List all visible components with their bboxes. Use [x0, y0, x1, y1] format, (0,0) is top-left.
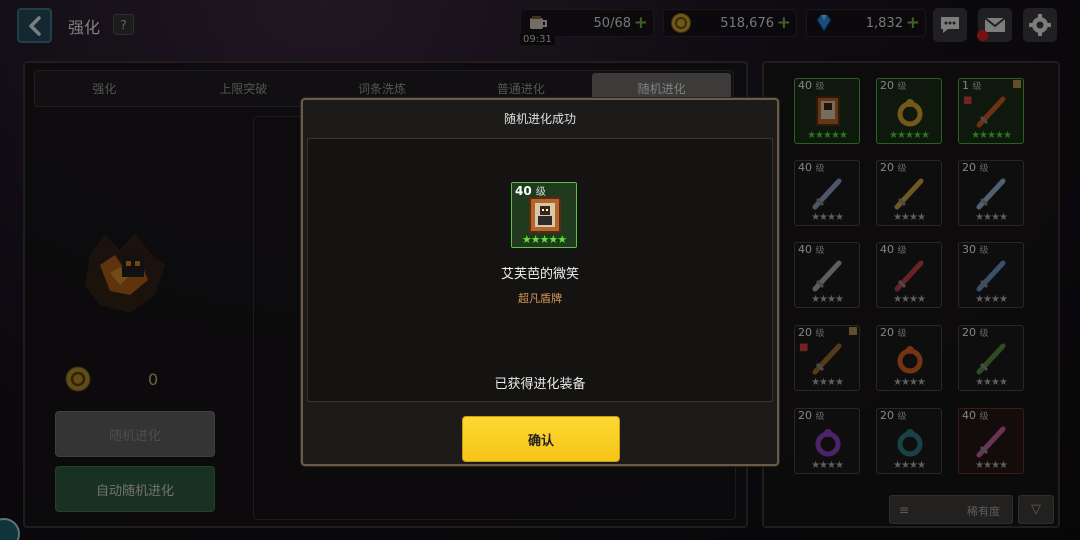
- framed-portrait-icon: [529, 197, 561, 233]
- dialog-title: 随机进化成功: [503, 112, 576, 126]
- result-item-card[interactable]: 40 级 ★★★★★: [511, 182, 577, 248]
- obtained-message: 已获得进化装备: [494, 377, 586, 392]
- dialog-content: 40 级 ★★★★★ 艾芙芭的微笑 超凡盾牌 已获得进化装备: [307, 138, 773, 402]
- confirm-button[interactable]: 确认: [462, 416, 620, 462]
- result-item-stars: ★★★★★: [521, 233, 567, 246]
- result-item-name: 艾芙芭的微笑: [500, 267, 579, 282]
- result-item-level: 40 级: [515, 184, 546, 198]
- evolve-success-dialog: 随机进化成功 40 级 ★★★★★ 艾芙芭的微笑 超凡盾牌 已获得进化装备 确认: [301, 98, 779, 466]
- result-item-type: 超凡盾牌: [518, 292, 562, 305]
